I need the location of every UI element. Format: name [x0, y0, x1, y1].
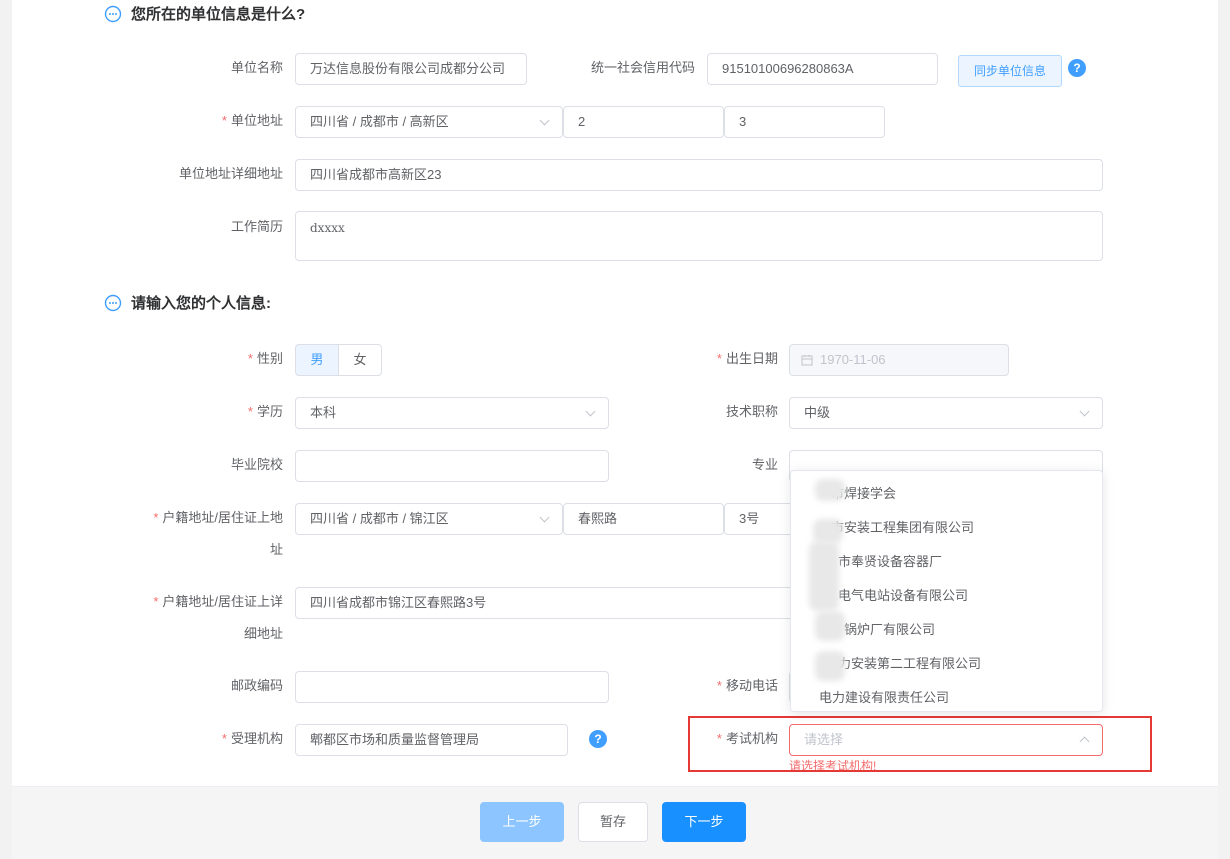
redaction-blur [815, 651, 845, 681]
redaction-blur [815, 479, 845, 501]
huji-detail-label: * 户籍地址/居住证上详 [153, 594, 283, 609]
company-address-part3[interactable]: 3 [724, 106, 885, 138]
tech-title-label: 技术职称 [725, 404, 778, 419]
credit-code-label: 统一社会信用代码 [590, 60, 695, 75]
prev-step-button[interactable]: 上一步 [480, 802, 564, 842]
company-name-input[interactable]: 万达信息股份有限公司成都分公司 [295, 53, 527, 85]
chat-bubble-icon [104, 5, 122, 22]
highlight-box [688, 716, 1152, 772]
school-label: 毕业院校 [230, 457, 283, 472]
major-label: 专业 [751, 457, 778, 472]
exam-agency-dropdown: 市焊接学会 市安装工程集团有限公司 市奉贤设备容器厂 电气电站设备有限公司 锅炉… [790, 470, 1103, 712]
next-step-button[interactable]: 下一步 [662, 802, 746, 842]
company-address-label: * 单位地址 [221, 113, 283, 128]
agency-help-icon[interactable]: ? [589, 730, 607, 748]
huji-label-line2: 址 [269, 542, 283, 557]
gender-label: * 性别 [247, 351, 283, 366]
birth-date-input: 1970-11-06 [789, 344, 1009, 376]
redaction-blur [813, 519, 843, 543]
company-address-part2[interactable]: 2 [563, 106, 724, 138]
agency-label: * 受理机构 [221, 731, 283, 746]
section-company-header: 您所在的单位信息是什么? [104, 3, 305, 24]
chat-bubble-icon [104, 294, 122, 311]
company-name-label: 单位名称 [230, 60, 283, 75]
postcode-label: 邮政编码 [230, 678, 283, 693]
resume-label: 工作简历 [230, 219, 283, 234]
gender-female-option[interactable]: 女 [338, 344, 382, 376]
huji-detail-label-line2: 细地址 [243, 626, 283, 641]
birth-label: * 出生日期 [716, 351, 778, 366]
sync-company-button[interactable]: 同步单位信息 [958, 55, 1062, 87]
section-personal-header: 请输入您的个人信息: [104, 292, 271, 313]
dropdown-option[interactable]: 电力建设有限责任公司 [791, 681, 1102, 711]
company-detail-input[interactable]: 四川省成都市高新区23 [295, 159, 1103, 191]
huji-street-input[interactable]: 春熙路 [563, 503, 724, 535]
education-select[interactable]: 本科 [295, 397, 609, 429]
postcode-input[interactable] [295, 671, 609, 703]
section-company-title: 您所在的单位信息是什么? [131, 6, 306, 23]
scrollbar[interactable] [1218, 0, 1230, 859]
save-draft-button[interactable]: 暂存 [578, 802, 648, 842]
tech-title-select[interactable]: 中级 [789, 397, 1103, 429]
gender-male-option[interactable]: 男 [295, 344, 339, 376]
help-icon[interactable]: ? [1068, 59, 1086, 77]
company-region-select[interactable]: 四川省 / 成都市 / 高新区 [295, 106, 563, 138]
credit-code-input[interactable]: 91510100696280863A [707, 53, 938, 85]
education-label: * 学历 [247, 404, 283, 419]
company-detail-label: 单位地址详细地址 [178, 166, 283, 181]
section-personal-title: 请输入您的个人信息: [131, 295, 271, 312]
birth-date-value: 1970-11-06 [820, 352, 886, 367]
calendar-icon [801, 355, 813, 366]
huji-label: * 户籍地址/居住证上地 [153, 510, 283, 525]
redaction-blur [809, 541, 839, 611]
school-input[interactable] [295, 450, 609, 482]
redaction-blur [815, 611, 845, 641]
agency-input[interactable]: 郫都区市场和质量监督管理局 [295, 724, 568, 756]
mobile-label: * 移动电话 [716, 678, 778, 693]
huji-region-select[interactable]: 四川省 / 成都市 / 锦江区 [295, 503, 563, 535]
resume-textarea[interactable]: dxxxx [295, 211, 1103, 261]
